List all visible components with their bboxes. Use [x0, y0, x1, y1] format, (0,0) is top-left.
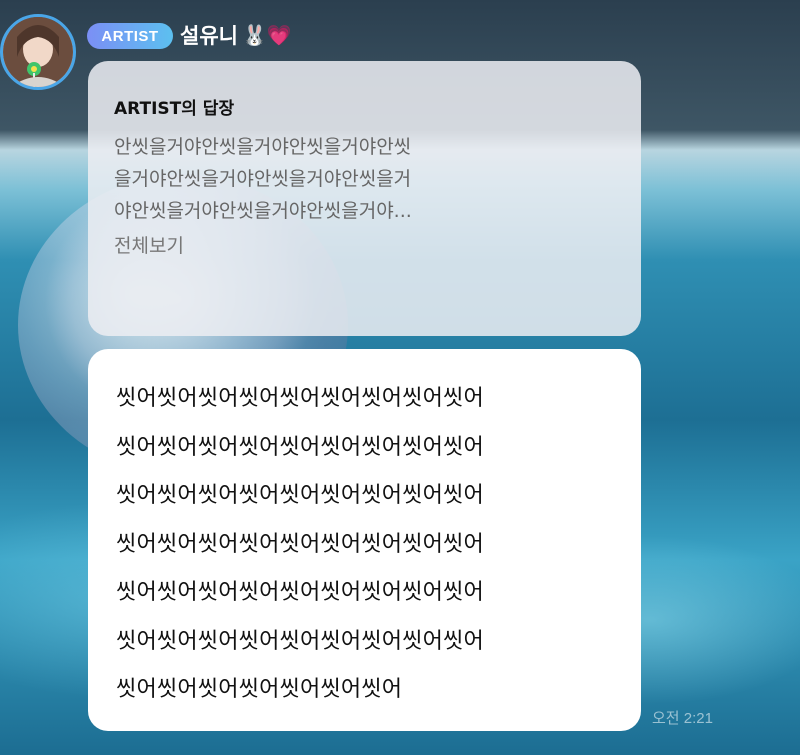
avatar[interactable]	[0, 14, 76, 90]
artist-badge: ARTIST	[87, 23, 173, 49]
avatar-portrait-icon	[3, 17, 73, 87]
message-line: 씻어씻어씻어씻어씻어씻어씻어씻어씻어	[116, 628, 484, 654]
message-line: 씻어씻어씻어씻어씻어씻어씻어씻어씻어	[116, 483, 484, 508]
artist-name-text: 설유니	[180, 24, 238, 48]
reply-title: ARTIST의 답장	[114, 99, 235, 119]
message-line: 씻어씻어씻어씻어씻어씻어씻어씻어씻어	[116, 580, 484, 605]
message-bubble[interactable]: 씻어씻어씻어씻어씻어씻어씻어씻어씻어 씻어씻어씻어씻어씻어씻어씻어씻어씻어 씻어…	[88, 349, 641, 731]
message-line: 씻어씻어씻어씻어씻어씻어씻어씻어씻어	[116, 386, 484, 411]
reply-line: 을거야안씻을거야안씻을거야안씻을거	[114, 168, 412, 190]
artist-name[interactable]: 설유니 🐰💗	[180, 20, 292, 50]
message-line: 씻어씻어씻어씻어씻어씻어씻어씻어씻어	[116, 531, 484, 557]
artist-reply-card[interactable]: ARTIST의 답장 안씻을거야안씻을거야안씻을거야안씻 을거야안씻을거야안씻을…	[88, 61, 641, 336]
message-line: 씻어씻어씻어씻어씻어씻어씻어씻어씻어	[116, 434, 484, 460]
message-text: 씻어씻어씻어씻어씻어씻어씻어씻어씻어 씻어씻어씻어씻어씻어씻어씻어씻어씻어 씻어…	[116, 375, 613, 715]
reply-body: 안씻을거야안씻을거야안씻을거야안씻 을거야안씻을거야안씻을거야안씻을거 야안씻을…	[114, 131, 615, 227]
message-line: 씻어씻어씻어씻어씻어씻어씻어	[116, 677, 403, 702]
see-all-link[interactable]: 전체보기	[114, 230, 615, 262]
reply-line: 야안씻을거야안씻을거야안씻을거야...	[114, 200, 412, 222]
reply-line: 안씻을거야안씻을거야안씻을거야안씻	[114, 136, 412, 158]
message-timestamp: 오전 2:21	[652, 710, 713, 727]
rabbit-heart-emoji-icon: 🐰💗	[241, 23, 292, 47]
